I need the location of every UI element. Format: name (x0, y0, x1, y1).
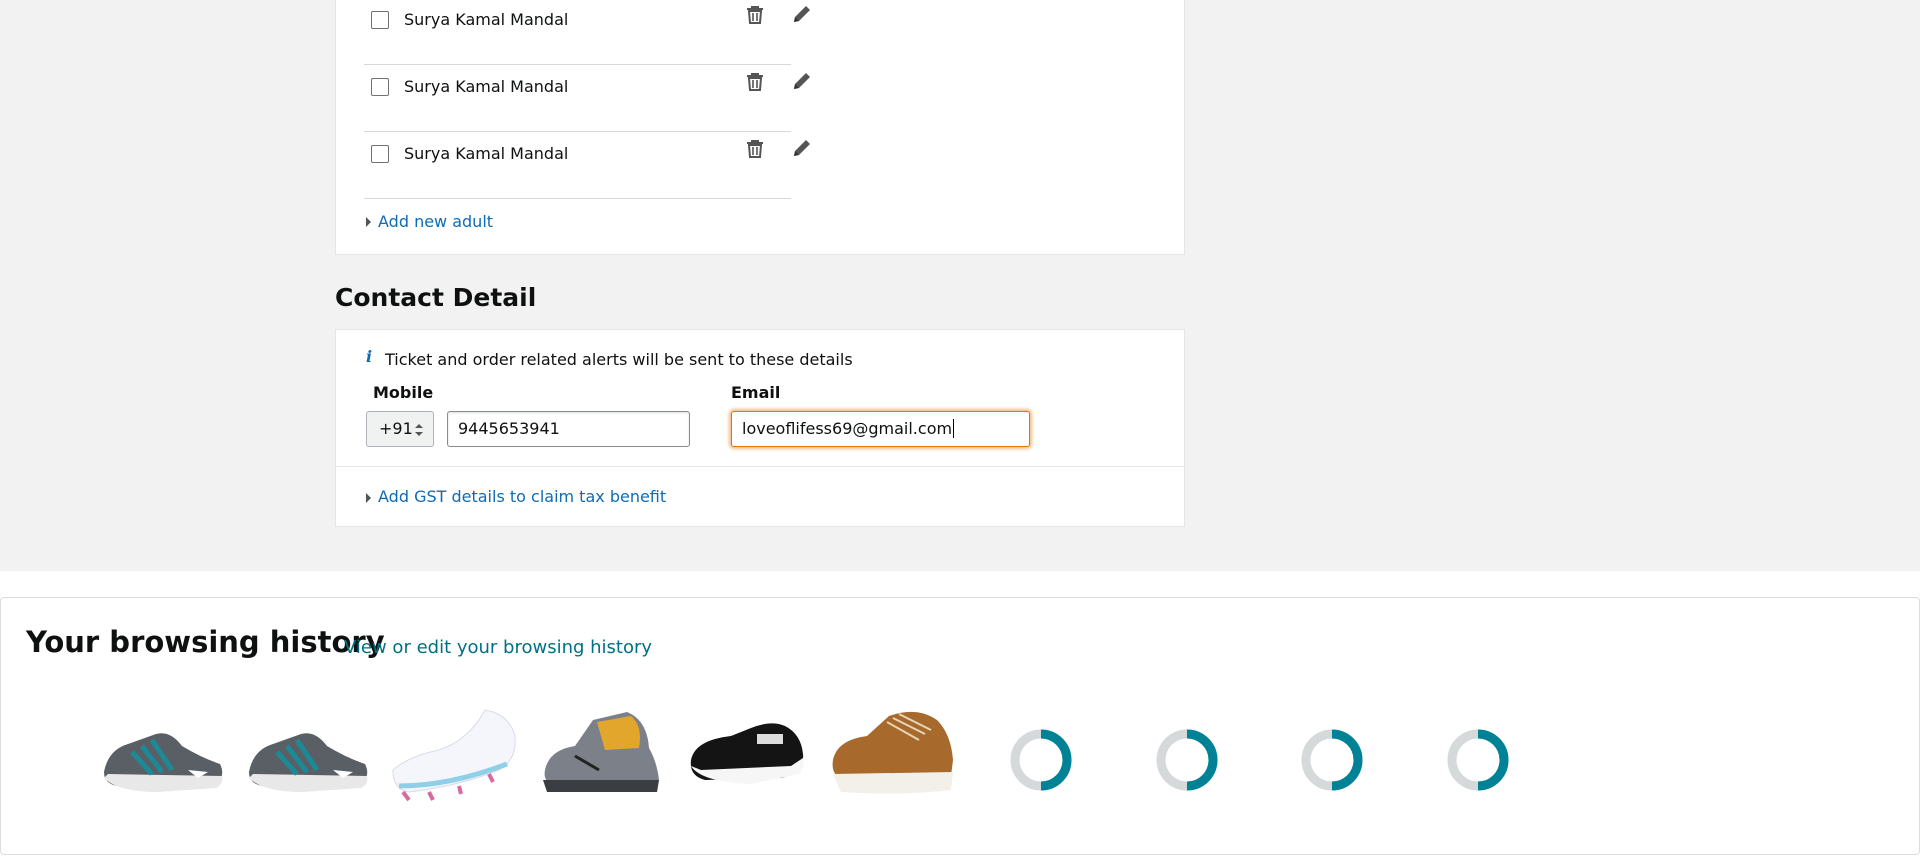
mobile-label: Mobile (373, 383, 434, 402)
adult-checkbox[interactable] (371, 11, 389, 29)
trash-icon[interactable] (744, 137, 766, 159)
browsing-history-title: Your browsing history (26, 625, 385, 659)
info-icon: i (366, 347, 373, 366)
country-code-value: +91 (379, 419, 413, 438)
adult-row: Surya Kamal Mandal (364, 132, 810, 199)
adult-row: Surya Kamal Mandal (364, 65, 810, 132)
grey-yellow-hiking-boot-icon[interactable] (535, 700, 665, 810)
contact-detail-title: Contact Detail (335, 283, 537, 312)
caret-right-icon (366, 493, 371, 503)
pencil-icon[interactable] (791, 70, 813, 92)
add-gst-details-link[interactable]: Add GST details to claim tax benefit (378, 487, 666, 506)
black-white-kids-shoe-icon[interactable] (681, 700, 811, 810)
adult-name: Surya Kamal Mandal (404, 10, 569, 29)
white-football-boot-icon[interactable] (389, 700, 519, 810)
adult-row: Surya Kamal Mandal (364, 0, 810, 65)
view-edit-history-link[interactable]: View or edit your browsing history (344, 637, 652, 658)
info-text: Ticket and order related alerts will be … (385, 350, 853, 369)
loading-spinner-icon (1301, 729, 1363, 791)
pencil-icon[interactable] (791, 3, 813, 25)
add-new-adult-link[interactable]: Add new adult (378, 212, 493, 231)
loading-spinner-icon (1010, 729, 1072, 791)
mobile-input[interactable]: 9445653941 (447, 411, 690, 447)
caret-right-icon (366, 217, 371, 227)
pencil-icon[interactable] (791, 137, 813, 159)
grey-teal-running-shoe-icon[interactable] (243, 700, 373, 810)
loading-spinner-icon (1447, 729, 1509, 791)
trash-icon[interactable] (744, 70, 766, 92)
adult-name: Surya Kamal Mandal (404, 77, 569, 96)
loading-spinner-icon (1156, 729, 1218, 791)
select-arrows-icon (415, 424, 423, 436)
adults-card: Surya Kamal Mandal Surya Kamal Mandal Su… (335, 0, 1185, 255)
country-code-select[interactable]: +91 (366, 411, 434, 447)
email-value: loveoflifess69@gmail.com (742, 419, 953, 438)
email-input[interactable]: loveoflifess69@gmail.com (731, 411, 1030, 447)
adult-checkbox[interactable] (371, 145, 389, 163)
email-label: Email (731, 383, 781, 402)
contact-detail-card: i Ticket and order related alerts will b… (335, 329, 1185, 527)
text-cursor (953, 419, 955, 438)
trash-icon[interactable] (744, 3, 766, 25)
adult-checkbox[interactable] (371, 78, 389, 96)
divider (336, 466, 1184, 467)
grey-teal-running-shoe-icon[interactable] (98, 700, 228, 810)
adult-name: Surya Kamal Mandal (404, 144, 569, 163)
brown-sneaker-icon[interactable] (827, 700, 957, 810)
